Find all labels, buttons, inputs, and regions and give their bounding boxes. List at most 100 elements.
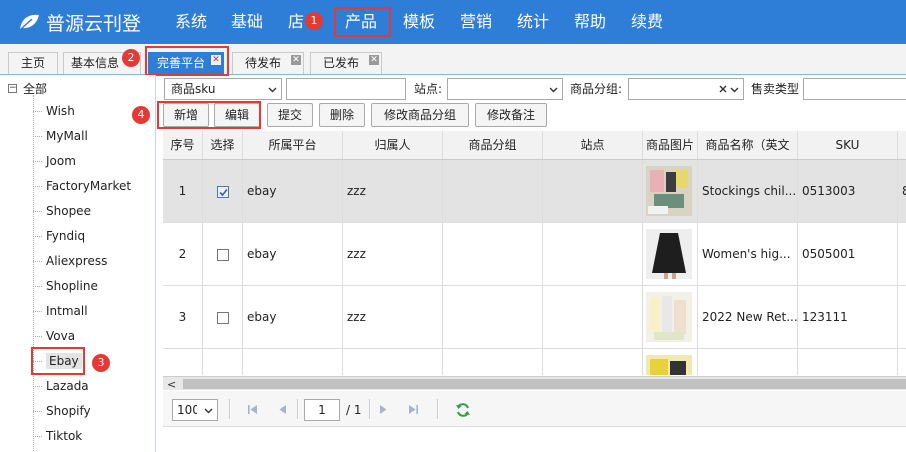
tree-item-wish[interactable]: Wish	[33, 101, 75, 121]
col-header[interactable]: 站点	[543, 131, 643, 159]
col-header: 商品图片	[643, 131, 698, 159]
refresh-icon[interactable]	[455, 402, 471, 418]
tree-root-label: 全部	[23, 82, 48, 96]
row-extra	[898, 223, 906, 285]
product-image[interactable]	[646, 166, 692, 216]
row-extra: 8	[902, 184, 906, 198]
close-icon[interactable]: ✕	[291, 55, 301, 65]
tree-item-label: Joom	[46, 154, 76, 168]
row-select-cell	[203, 160, 243, 222]
col-header[interactable]: 归属人	[343, 131, 443, 159]
table-row[interactable]	[163, 349, 906, 375]
tree-item-intmall[interactable]: Intmall	[33, 301, 88, 321]
horizontal-scrollbar[interactable]: <	[163, 376, 906, 391]
close-icon[interactable]: ✕	[369, 55, 379, 65]
row-image-cell	[643, 160, 698, 222]
modify-group-button[interactable]: 修改商品分组	[371, 103, 469, 127]
nav-renew[interactable]: 续费	[631, 11, 663, 33]
page-number-input[interactable]: 1	[304, 399, 340, 421]
scroll-left-icon[interactable]: <	[167, 378, 176, 391]
scrollbar-thumb[interactable]	[183, 379, 906, 389]
tree-item-joom[interactable]: Joom	[33, 151, 76, 171]
table-row[interactable]: 3 ebay zzz 2022 New Ret... 123111	[163, 286, 906, 349]
page-size-select[interactable]: 100	[172, 399, 218, 421]
sku-type-select[interactable]: 商品sku	[164, 78, 282, 100]
row-owner: zzz	[343, 286, 443, 348]
step-badge-4: 4	[132, 106, 150, 124]
collapse-icon[interactable]: −	[8, 84, 17, 93]
col-header[interactable]: 商品分组	[443, 131, 543, 159]
prev-page-icon[interactable]	[278, 404, 287, 415]
sku-input[interactable]	[286, 78, 406, 100]
tab-label: 已发布	[322, 56, 359, 70]
nav-system[interactable]: 系统	[175, 11, 207, 33]
nav-template[interactable]: 模板	[403, 11, 435, 33]
nav-basic[interactable]: 基础	[231, 11, 263, 33]
table-row[interactable]: 1 ebay zzz Stockings chil... 0513003 8	[163, 160, 906, 223]
highlight-nav-product	[334, 7, 391, 37]
tab-pending-publish[interactable]: 待发布 ✕	[232, 52, 304, 74]
table-row[interactable]: 2 ebay zzz Women's hig... 0505001	[163, 223, 906, 286]
chevron-down-icon	[268, 87, 277, 93]
product-image[interactable]	[646, 355, 692, 375]
row-name: Stockings chil...	[698, 160, 798, 222]
tree-item-shopline[interactable]: Shopline	[33, 276, 98, 296]
col-header: 序号	[163, 131, 203, 159]
top-navbar: 普源云刊登 系统 基础 店 产品 模板 营销 统计 帮助 续费	[0, 0, 906, 44]
row-checkbox[interactable]	[216, 248, 229, 261]
nav-marketing[interactable]: 营销	[460, 11, 492, 33]
tree-item-label: Aliexpress	[46, 254, 108, 268]
tree-item-label: Shopline	[46, 279, 98, 293]
chevron-down-icon	[204, 408, 213, 414]
tree-item-label: Shopify	[46, 404, 91, 418]
tree-item-shopee[interactable]: Shopee	[33, 201, 91, 221]
table-header: 序号 选择 所属平台 归属人 商品分组 站点 商品图片 商品名称（英文 SKU	[163, 131, 906, 160]
tree-item-tiktok[interactable]: Tiktok	[33, 426, 82, 446]
row-platform: ebay	[243, 160, 343, 222]
step-badge-3: 3	[92, 354, 110, 372]
tree-item-vova[interactable]: Vova	[33, 326, 75, 346]
tree-root[interactable]: − 全部	[8, 80, 47, 97]
tree-item-mymall[interactable]: MyMall	[33, 126, 88, 146]
nav-help[interactable]: 帮助	[574, 11, 606, 33]
nav-store[interactable]: 店	[288, 11, 304, 33]
first-page-icon[interactable]	[247, 404, 258, 415]
col-header[interactable]: 商品名称（英文	[698, 131, 798, 159]
row-sku	[798, 349, 898, 375]
next-page-icon[interactable]	[379, 404, 388, 415]
row-site	[543, 223, 643, 285]
pager-divider	[229, 399, 231, 419]
app-title: 普源云刊登	[46, 12, 142, 35]
tab-published[interactable]: 已发布 ✕	[310, 52, 382, 74]
site-select[interactable]	[447, 78, 563, 100]
tree-item-fyndiq[interactable]: Fyndiq	[33, 226, 85, 246]
delete-button[interactable]: 删除	[319, 103, 365, 127]
tree-item-aliexpress[interactable]: Aliexpress	[33, 251, 107, 271]
row-group	[443, 160, 543, 222]
group-select[interactable]	[628, 78, 744, 100]
row-image-cell	[643, 223, 698, 285]
col-header[interactable]: 所属平台	[243, 131, 343, 159]
sale-type-select[interactable]	[803, 78, 906, 100]
tree-item-factorymarket[interactable]: FactoryMarket	[33, 176, 131, 196]
modify-remark-button[interactable]: 修改备注	[475, 103, 547, 127]
filter-toolbar: 商品sku 站点: 商品分组: 售卖类型	[162, 76, 906, 102]
site-label: 站点:	[414, 82, 443, 96]
row-checkbox[interactable]	[216, 311, 229, 324]
row-platform	[243, 349, 343, 375]
tree-item-shopify[interactable]: Shopify	[33, 401, 91, 421]
row-owner	[343, 349, 443, 375]
submit-button[interactable]: 提交	[267, 103, 313, 127]
row-checkbox[interactable]	[216, 185, 229, 198]
product-image[interactable]	[646, 292, 692, 342]
product-image[interactable]	[646, 229, 692, 279]
last-page-icon[interactable]	[408, 404, 419, 415]
row-extra	[898, 286, 906, 348]
tab-home[interactable]: 主页	[8, 52, 58, 74]
nav-statistics[interactable]: 统计	[517, 11, 549, 33]
row-name	[698, 349, 798, 375]
col-header[interactable]: SKU	[798, 131, 898, 159]
clear-icon[interactable]	[719, 85, 727, 93]
tree-item-lazada[interactable]: Lazada	[33, 376, 89, 396]
row-number: 2	[163, 223, 203, 285]
